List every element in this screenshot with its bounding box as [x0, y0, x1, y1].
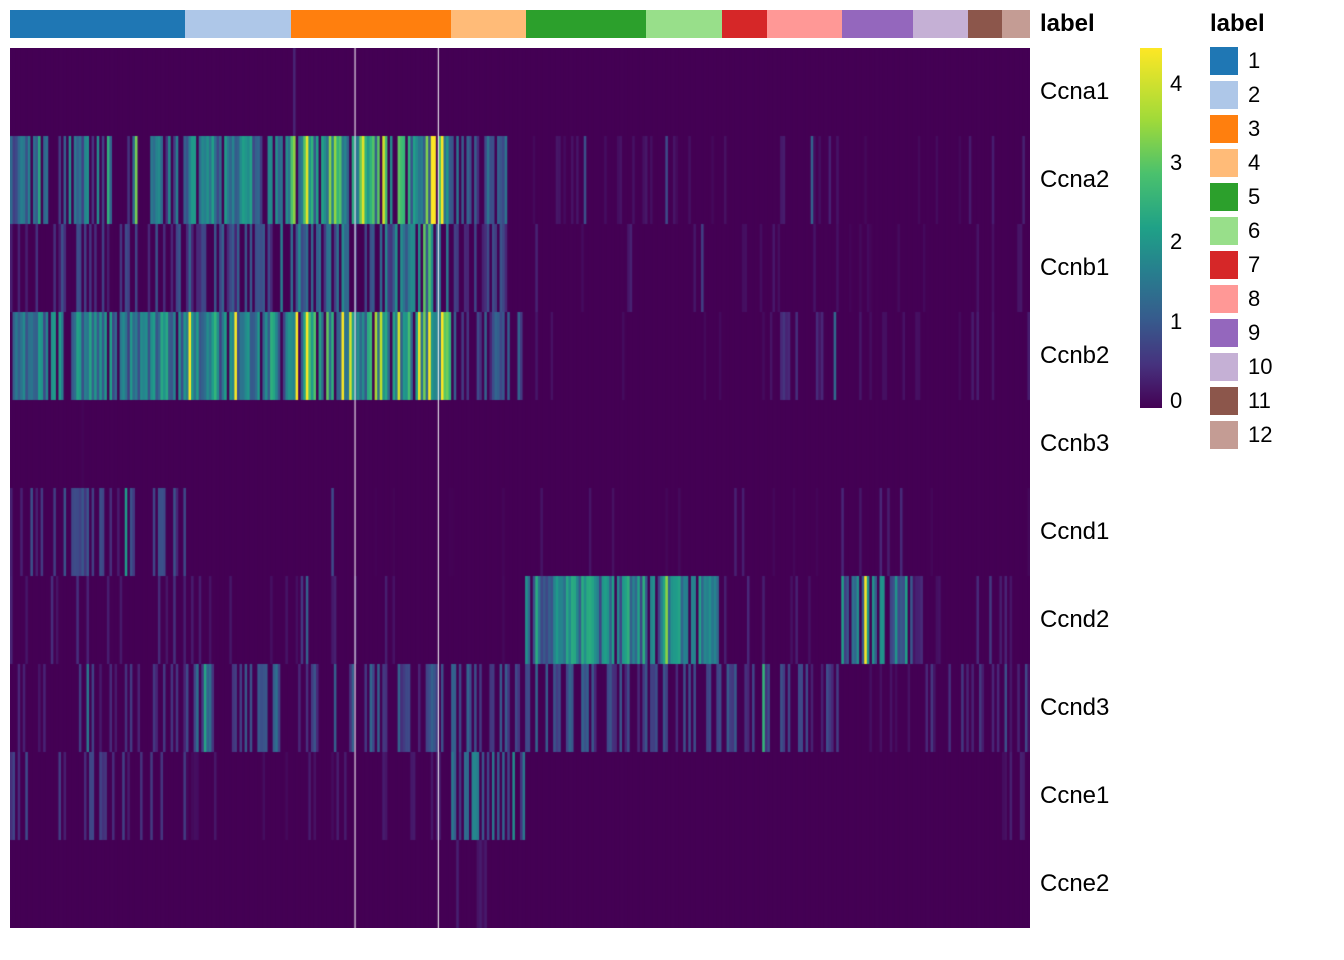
legend-swatch	[1210, 81, 1238, 109]
legend-swatch	[1210, 421, 1238, 449]
legend-item-10: 10	[1210, 352, 1330, 382]
legend-item-12: 12	[1210, 420, 1330, 450]
legend-label: 11	[1248, 388, 1271, 414]
colorbar-tick: 2	[1170, 229, 1182, 255]
row-label-Ccnb2: Ccnb2	[1040, 312, 1130, 400]
annotation-segment-11	[968, 10, 1003, 38]
legend-swatch	[1210, 353, 1238, 381]
colorbar-tick: 4	[1170, 71, 1182, 97]
annotation-segment-4	[451, 10, 526, 38]
colorbar-tick: 3	[1170, 150, 1182, 176]
legend-label: 7	[1248, 252, 1260, 278]
legend-label: 12	[1248, 422, 1272, 448]
row-labels: Ccna1Ccna2Ccnb1Ccnb2Ccnb3Ccnd1Ccnd2Ccnd3…	[1040, 48, 1130, 928]
annotation-title: label	[1040, 10, 1095, 38]
legend-item-4: 4	[1210, 148, 1330, 178]
legend-label: 6	[1248, 218, 1260, 244]
legend-swatch	[1210, 47, 1238, 75]
row-label-Ccne1: Ccne1	[1040, 752, 1130, 840]
legend-item-7: 7	[1210, 250, 1330, 280]
legend-swatch	[1210, 149, 1238, 177]
colorbar-ticks: 43210	[1170, 48, 1200, 408]
legend-item-3: 3	[1210, 114, 1330, 144]
row-label-Ccnd3: Ccnd3	[1040, 664, 1130, 752]
annotation-segment-8	[767, 10, 842, 38]
annotation-segment-6	[646, 10, 721, 38]
legend-item-9: 9	[1210, 318, 1330, 348]
heatmap-canvas	[10, 48, 1030, 928]
row-label-Ccnb1: Ccnb1	[1040, 224, 1130, 312]
legend-label: 8	[1248, 286, 1260, 312]
legend-swatch	[1210, 115, 1238, 143]
annotation-segment-1	[10, 10, 185, 38]
annotation-segment-5	[526, 10, 646, 38]
legend-swatch	[1210, 387, 1238, 415]
row-label-Ccnd1: Ccnd1	[1040, 488, 1130, 576]
legend-label: 9	[1248, 320, 1260, 346]
legend-label: 3	[1248, 116, 1260, 142]
legend-items: 123456789101112	[1210, 46, 1330, 450]
legend-title: label	[1210, 10, 1330, 38]
colorbar-tick: 1	[1170, 309, 1182, 335]
legend-swatch	[1210, 183, 1238, 211]
row-label-Ccna1: Ccna1	[1040, 48, 1130, 136]
annotation-segment-2	[185, 10, 290, 38]
row-label-Ccnd2: Ccnd2	[1040, 576, 1130, 664]
legend-label: 10	[1248, 354, 1272, 380]
legend-label: 4	[1248, 150, 1260, 176]
row-label-Ccna2: Ccna2	[1040, 136, 1130, 224]
annotation-segment-9	[842, 10, 912, 38]
heatmap-chart	[10, 10, 1030, 930]
annotation-segment-7	[722, 10, 767, 38]
colorbar: 43210	[1140, 48, 1200, 408]
legend-swatch	[1210, 285, 1238, 313]
legend-item-8: 8	[1210, 284, 1330, 314]
annotation-segment-3	[291, 10, 451, 38]
legend-swatch	[1210, 319, 1238, 347]
row-label-Ccne2: Ccne2	[1040, 840, 1130, 928]
legend-label: 1	[1248, 48, 1260, 74]
heatmap-body	[10, 48, 1030, 928]
legend-item-5: 5	[1210, 182, 1330, 212]
row-label-Ccnb3: Ccnb3	[1040, 400, 1130, 488]
annotation-segment-10	[913, 10, 968, 38]
legend-item-1: 1	[1210, 46, 1330, 76]
legend-item-6: 6	[1210, 216, 1330, 246]
legend-swatch	[1210, 217, 1238, 245]
legend-label: 5	[1248, 184, 1260, 210]
legend-item-11: 11	[1210, 386, 1330, 416]
annotation-segment-12	[1002, 10, 1030, 38]
colorbar-gradient	[1140, 48, 1162, 408]
legend-swatch	[1210, 251, 1238, 279]
legend-item-2: 2	[1210, 80, 1330, 110]
label-legend: label 123456789101112	[1210, 10, 1330, 450]
column-annotation-bar	[10, 10, 1030, 38]
legend-label: 2	[1248, 82, 1260, 108]
colorbar-tick: 0	[1170, 388, 1182, 414]
